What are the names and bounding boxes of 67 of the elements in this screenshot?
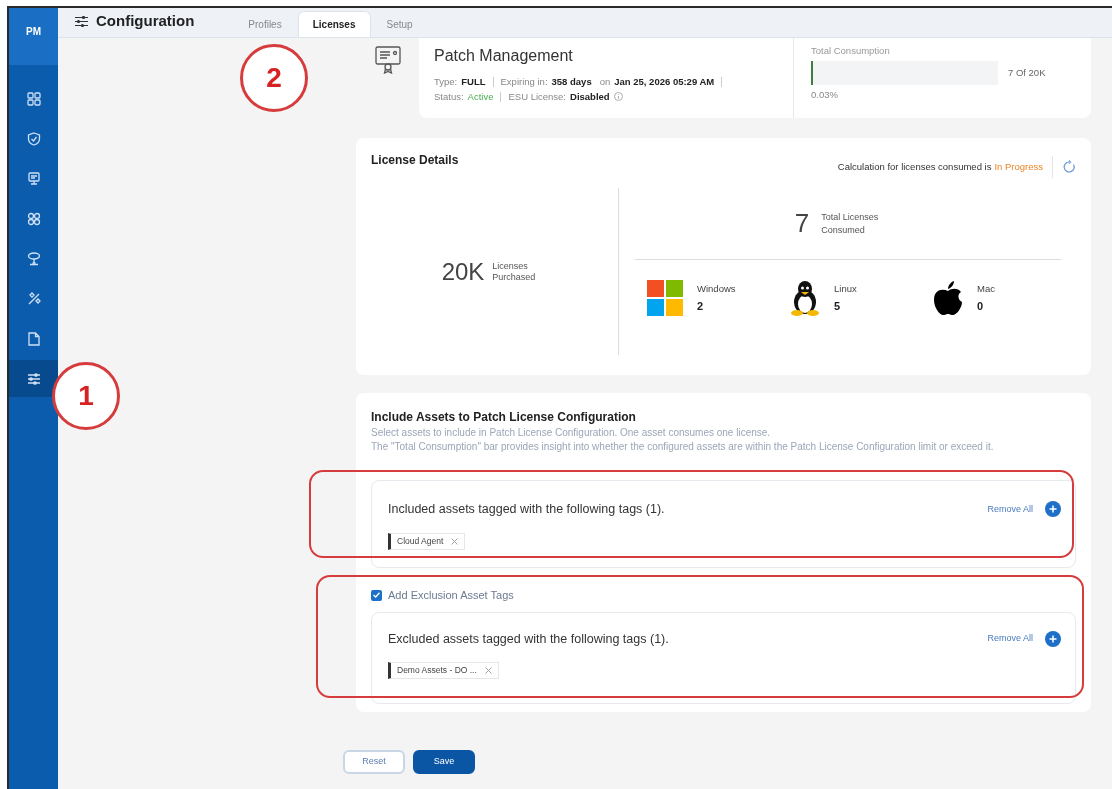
panel-title: Excluded assets tagged with the following tags (1). (388, 630, 669, 648)
field-value: Disabled (570, 90, 610, 104)
tab[interactable]: Setup (372, 11, 427, 37)
settings-sliders-icon (26, 372, 41, 385)
page-title: Configuration (96, 10, 195, 31)
panel-title: Included assets tagged with the following tags (1). (388, 501, 665, 518)
field-label: Expiring in: (500, 75, 548, 89)
consumed-count: 7 (794, 207, 810, 240)
plus-icon (1049, 505, 1057, 514)
shield-icon (26, 131, 41, 146)
document-icon (27, 331, 40, 346)
platform-count: 2 (697, 298, 705, 314)
consumed-label: Total Licenses Consumed (821, 210, 880, 237)
field-value: 358 days (551, 75, 592, 89)
windows-logo-icon (647, 280, 683, 316)
description-text: Select assets to include in Patch License Configuration. One asset consumes one license. (371, 426, 772, 440)
remove-tag-button[interactable] (484, 667, 492, 675)
close-icon (484, 667, 492, 675)
card-title: Include Assets to Patch License Configuration (371, 409, 637, 426)
calculation-status: In Progress (994, 159, 1043, 174)
purchased-label: Licenses Purchased (492, 260, 537, 283)
field-label: on (599, 75, 611, 89)
tab[interactable]: Licenses (297, 11, 371, 37)
remove-tag-button[interactable] (451, 537, 459, 545)
sidebar-item[interactable] (9, 360, 58, 397)
field-label: Type: (434, 75, 458, 89)
add-button[interactable] (1045, 501, 1061, 518)
save-button[interactable]: Save (413, 749, 475, 774)
tab[interactable]: Profiles (234, 11, 296, 37)
add-button[interactable] (1045, 630, 1061, 647)
plus-icon (1049, 634, 1057, 643)
app-initials: PM (26, 25, 41, 39)
remove-all-link[interactable]: Remove All (987, 502, 1033, 517)
purchased-count: 20K (441, 256, 485, 287)
field-label: Status: (434, 90, 464, 104)
platform-name: Windows (697, 281, 736, 296)
monitor-icon (26, 171, 41, 186)
remove-all-link[interactable]: Remove All (987, 632, 1033, 646)
platform-count: 5 (834, 298, 842, 314)
field-value: FULL (461, 75, 486, 89)
consumption-label: Total Consumption (811, 44, 891, 58)
calculation-note: Calculation for licenses consumed is (837, 159, 992, 174)
apple-logo-icon (933, 280, 963, 316)
grid-icon (26, 91, 41, 106)
consumption-count: 7 Of 20K (1008, 66, 1046, 81)
field-value: Jan 25, 2026 05:29 AM (614, 75, 715, 89)
refresh-icon (1062, 160, 1076, 174)
platform-name: Linux (834, 281, 857, 296)
field-value: Active (467, 90, 494, 104)
reset-button[interactable]: Reset (343, 749, 405, 774)
card-title: License Details (371, 152, 459, 169)
penguin-icon (790, 280, 820, 316)
certificate-icon (374, 46, 401, 74)
consumption-percent: 0.03% (811, 88, 839, 103)
tag-label: Demo Assets - DO ... (397, 664, 477, 678)
checkmark-icon (373, 592, 380, 599)
close-icon (451, 537, 459, 545)
description-text: The "Total Consumption" bar provides insight into whether the configured assets are within the Patch License Configuration limit or exceed it. (371, 440, 995, 454)
platform-name: Mac (977, 281, 995, 296)
tag-label: Cloud Agent (397, 534, 444, 548)
refresh-button[interactable] (1062, 160, 1076, 174)
field-label: ESU License: (508, 90, 566, 104)
checkbox[interactable] (371, 589, 382, 601)
license-name: Patch Management (434, 46, 574, 66)
checkbox-label: Add Exclusion Asset Tags (388, 588, 514, 603)
platform-count: 0 (977, 298, 985, 314)
settings-sliders-icon (75, 15, 88, 27)
